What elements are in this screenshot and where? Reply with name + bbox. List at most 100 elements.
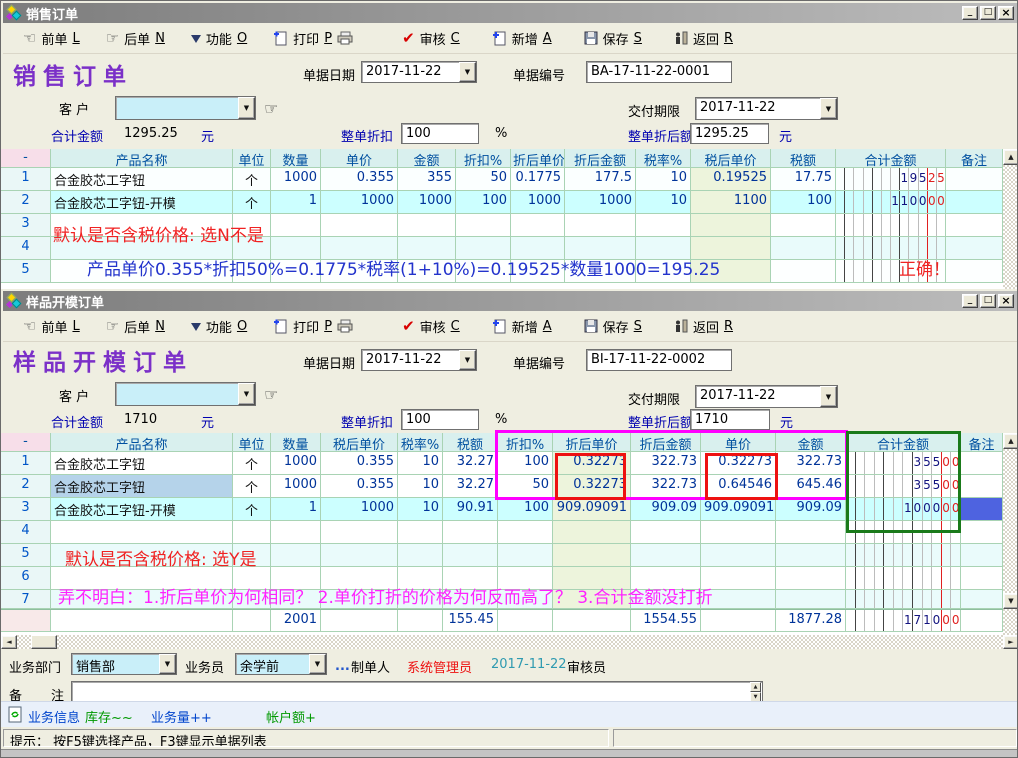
cell-disc_price[interactable]: 0.32273 (553, 452, 631, 474)
cell-amount[interactable] (776, 521, 846, 543)
cell-total[interactable]: 100000 (846, 498, 961, 520)
cell-unit[interactable]: 个 (233, 452, 271, 474)
cell-no[interactable]: 1 (1, 452, 51, 474)
cell-unit[interactable] (233, 521, 271, 543)
cell-tax[interactable]: 90.91 (443, 498, 498, 520)
cell-no[interactable]: 5 (1, 260, 51, 282)
cell-tax_price[interactable]: 0.355 (321, 475, 398, 497)
cell-disc_price[interactable] (511, 214, 565, 236)
cell-price[interactable]: 0.32273 (701, 452, 776, 474)
maximize-button[interactable]: □ (980, 6, 996, 20)
close-button[interactable]: × (998, 6, 1014, 20)
account-link[interactable]: 帐户额+ (266, 707, 316, 726)
scroll-down-button[interactable]: ▼ (1003, 593, 1018, 609)
cell-disc_price[interactable]: 909.09091 (553, 498, 631, 520)
cell-qty[interactable]: 1 (271, 498, 321, 520)
next-order-button[interactable]: ☞后单N (106, 317, 165, 336)
cell-total[interactable] (846, 544, 961, 566)
dropdown-arrow-icon[interactable]: ▼ (159, 654, 176, 674)
cell-disc[interactable]: 100 (456, 191, 511, 213)
cell-tax_rate[interactable]: 10 (636, 168, 691, 190)
biz-info-link[interactable]: 业务信息 (28, 707, 80, 726)
cell-remark[interactable] (946, 237, 1003, 259)
cell-tax_rate[interactable] (398, 521, 443, 543)
cell-disc_amount[interactable]: 1000 (565, 191, 636, 213)
cell-disc_amount[interactable] (565, 214, 636, 236)
stock-link[interactable]: 库存~~ (85, 707, 133, 726)
cell-total[interactable]: 19525 (836, 168, 946, 190)
cell-qty[interactable] (271, 521, 321, 543)
pointing-hand-icon[interactable]: ☞ (264, 99, 278, 118)
cell-amount[interactable] (776, 590, 846, 608)
cell-total[interactable] (846, 590, 961, 608)
cell-disc_price[interactable] (553, 521, 631, 543)
dropdown-arrow-icon[interactable]: ▼ (238, 383, 255, 405)
cell-disc[interactable] (498, 544, 553, 566)
cell-tax_price[interactable] (321, 521, 398, 543)
cell-disc_amount[interactable]: 909.09 (631, 498, 701, 520)
cell-no[interactable]: 5 (1, 544, 51, 566)
return-button[interactable]: 返回R (674, 317, 733, 336)
cell-price[interactable] (701, 544, 776, 566)
cell-remark[interactable] (961, 521, 1003, 543)
cell-tax_price[interactable]: 1100 (691, 191, 771, 213)
pointing-hand-icon[interactable]: ☞ (264, 385, 278, 404)
cell-qty[interactable]: 1000 (271, 475, 321, 497)
return-button[interactable]: 返回R (674, 29, 733, 48)
cell-tax[interactable] (771, 260, 836, 282)
cell-disc_price[interactable]: 0.1775 (511, 168, 565, 190)
cell-tax_price[interactable]: 1000 (321, 498, 398, 520)
audit-button[interactable]: ✔审核C (402, 317, 460, 336)
cell-no[interactable]: 1 (1, 168, 51, 190)
cell-remark[interactable] (946, 191, 1003, 213)
cell-qty[interactable]: 1 (271, 191, 321, 213)
cell-no[interactable]: 4 (1, 521, 51, 543)
cell-tax_price[interactable] (691, 214, 771, 236)
cell-tax[interactable] (443, 544, 498, 566)
cell-tax_rate[interactable]: 10 (398, 498, 443, 520)
doc-no-input[interactable]: BI-17-11-22-0002 (586, 349, 732, 371)
next-order-button[interactable]: ☞后单N (106, 29, 165, 48)
function-button[interactable]: 功能O (191, 317, 247, 336)
cell-total[interactable]: 110000 (836, 191, 946, 213)
cell-tax_price[interactable]: 0.19525 (691, 168, 771, 190)
cell-no[interactable]: 3 (1, 498, 51, 520)
scroll-left-button[interactable]: ◄ (1, 635, 17, 649)
cell-unit[interactable]: 个 (233, 475, 271, 497)
cell-name[interactable]: 合金胶芯工字钮 (51, 168, 233, 190)
cell-tax[interactable]: 17.75 (771, 168, 836, 190)
titlebar[interactable]: 销售订单 _ □ × (3, 3, 1017, 23)
cell-disc_amount[interactable]: 322.73 (631, 475, 701, 497)
cell-price[interactable]: 0.64546 (701, 475, 776, 497)
cell-name[interactable]: 合金胶芯工字钮 (51, 452, 233, 474)
cell-remark[interactable] (946, 168, 1003, 190)
doc-date-combo[interactable]: 2017-11-22▼ (361, 61, 477, 83)
doc-date-combo[interactable]: 2017-11-22▼ (361, 349, 477, 371)
customer-combo[interactable]: ▼ (115, 96, 256, 120)
cell-amount[interactable]: 909.09 (776, 498, 846, 520)
dept-combo[interactable]: 销售部▼ (71, 653, 177, 675)
scrollbar-thumb[interactable] (31, 635, 57, 649)
cell-name[interactable] (51, 521, 233, 543)
cell-unit[interactable]: 个 (233, 168, 271, 190)
scroll-up-button[interactable]: ▲ (1003, 433, 1018, 449)
cell-name[interactable]: 合金胶芯工字钮-开模 (51, 498, 233, 520)
cell-remark[interactable] (946, 214, 1003, 236)
customer-combo[interactable]: ▼ (115, 382, 256, 406)
cell-price[interactable]: 0.355 (321, 168, 398, 190)
cell-disc_amount[interactable] (631, 544, 701, 566)
cell-total[interactable] (836, 214, 946, 236)
discounted-input[interactable]: 1295.25 (690, 123, 769, 144)
add-new-button[interactable]: 新增A (492, 317, 552, 336)
cell-unit[interactable]: 个 (233, 191, 271, 213)
add-new-button[interactable]: 新增A (492, 29, 552, 48)
biz-volume-link[interactable]: 业务量++ (151, 707, 212, 726)
remark-spinner[interactable]: ▲▼ (750, 682, 761, 702)
cell-name[interactable]: 合金胶芯工字钮 (51, 475, 233, 497)
cell-total[interactable] (846, 567, 961, 589)
cell-disc[interactable] (456, 214, 511, 236)
cell-qty[interactable] (271, 214, 321, 236)
deliver-combo[interactable]: 2017-11-22▼ (695, 97, 838, 120)
cell-disc_price[interactable] (553, 544, 631, 566)
cell-qty[interactable] (271, 544, 321, 566)
